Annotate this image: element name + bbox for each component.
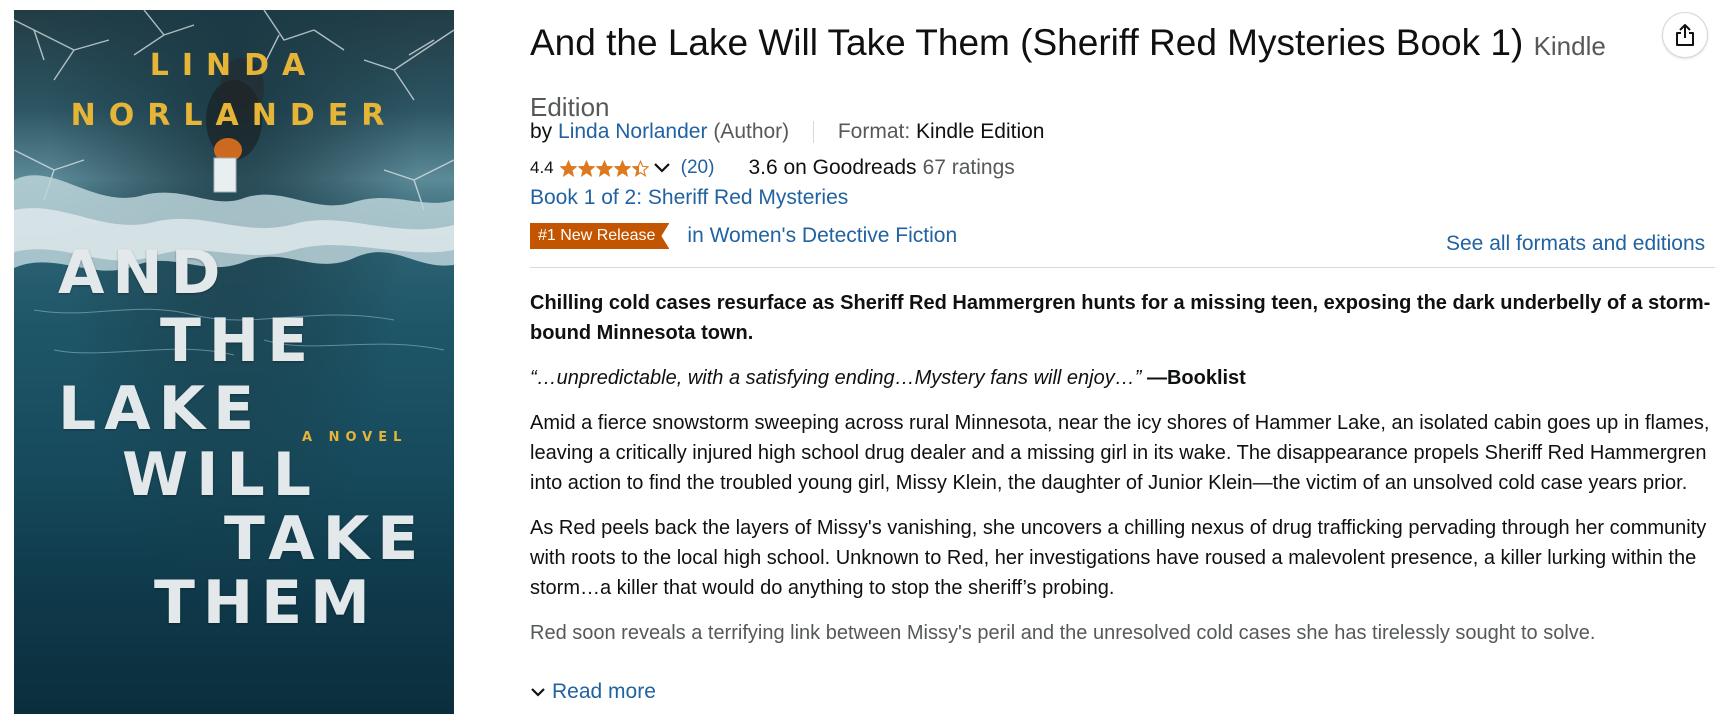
cover-author-first-name: LINDA [149,48,319,83]
cover-title-word: WILL [122,440,319,510]
star-icon [613,159,631,177]
see-all-formats-link[interactable]: See all formats and editions [1446,232,1705,256]
cover-title-word: THE [160,306,317,376]
share-button[interactable] [1662,12,1708,58]
author-link[interactable]: Linda Norlander [558,120,707,143]
rating-count-link[interactable]: (20) [681,157,715,179]
star-rating[interactable] [559,159,649,177]
cover-title-word: AND [58,238,229,308]
cover-title-word: TAKE [224,504,427,574]
product-title: And the Lake Will Take Them (Sheriff Red… [530,22,1524,63]
badge-category-link[interactable]: in Women's Detective Fiction [687,224,957,248]
star-icon [559,159,577,177]
chevron-down-icon [653,163,670,173]
series-link-wrapper: Book 1 of 2: Sheriff Red Mysteries [530,186,848,210]
new-release-badge[interactable]: #1 New Release [530,223,669,249]
description-paragraph: Amid a fierce snowstorm sweeping across … [530,412,1710,494]
goodreads-score: 3.6 on Goodreads [748,156,917,179]
rating-value: 4.4 [530,158,554,177]
book-description: Chilling cold cases resurface as Sheriff… [530,288,1715,663]
best-seller-row: #1 New Release in Women's Detective Fict… [530,223,957,249]
read-more-label: Read more [552,680,656,703]
byline-divider [813,121,815,144]
cover-title-word: LAKE [58,374,263,444]
byline-prefix: by [530,120,553,143]
read-more-link[interactable]: Read more [530,680,656,704]
book-cover-image[interactable]: LINDA NORLANDER AND THE LAKE WILL TAKE T… [14,10,454,714]
author-role: (Author) [713,120,790,143]
star-icon [595,159,613,177]
format-value: Kindle Edition [916,120,1045,143]
rating-popover-toggle[interactable] [653,161,671,175]
share-icon [1676,24,1694,46]
chevron-down-icon [531,688,545,697]
description-paragraph: Red soon reveals a terrifying link betwe… [530,622,1596,644]
cover-author-last-name: NORLANDER [70,98,398,133]
review-quote-paragraph: “…unpredictable, with a satisfying endin… [530,363,1715,393]
review-source: —Booklist [1146,367,1246,389]
product-title-block: And the Lake Will Take Them (Sheriff Red… [530,14,1630,136]
description-paragraph: As Red peels back the layers of Missy's … [530,517,1707,599]
rating-row: 4.4 (20) 3.6 on Goodreads 67 ratings [530,156,1015,180]
star-icon [631,159,649,177]
cover-title-word: THEM [154,568,378,638]
description-fade [530,648,1715,678]
format-label: Format: [837,120,911,143]
byline: by Linda Norlander (Author) Format: Kind… [530,120,1044,144]
review-quote: “…unpredictable, with a satisfying endin… [530,367,1142,389]
goodreads-ratings: 67 ratings [922,156,1015,179]
series-link[interactable]: Book 1 of 2: Sheriff Red Mysteries [530,186,848,209]
star-icon [577,159,595,177]
section-divider [530,267,1715,268]
cover-tagline: A NOVEL [302,430,408,445]
description-lead: Chilling cold cases resurface as Sheriff… [530,292,1711,344]
